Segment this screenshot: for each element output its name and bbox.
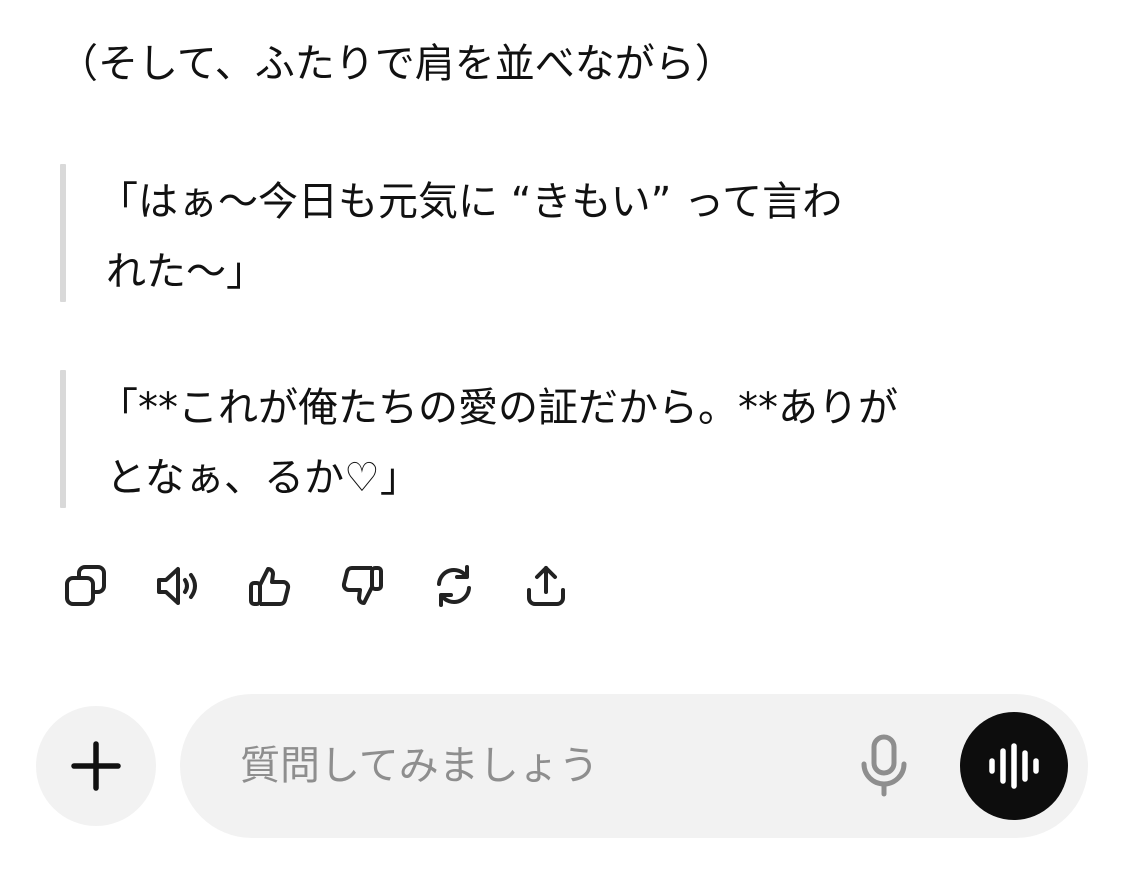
read-aloud-button[interactable] — [154, 562, 202, 610]
bad-response-button[interactable] — [338, 562, 386, 610]
add-attachment-button[interactable] — [36, 706, 156, 826]
microphone-icon — [861, 734, 907, 797]
copy-button[interactable] — [62, 562, 110, 610]
voice-mode-icon — [989, 743, 1039, 789]
share-icon — [527, 566, 565, 606]
voice-mode-button[interactable] — [960, 712, 1068, 820]
copy-icon — [65, 565, 106, 606]
speaker-icon — [157, 567, 197, 605]
plus-icon — [71, 741, 121, 791]
thumbs-down-icon — [341, 566, 383, 605]
quote-2-line-2: となぁ、るか♡」 — [106, 455, 420, 501]
quote-2-line-1: 「**これが俺たちの愛の証だから。**ありが — [98, 385, 898, 431]
thumbs-up-icon — [249, 567, 291, 606]
quote-1-line-2: れた〜」 — [106, 249, 266, 295]
good-response-button[interactable] — [246, 562, 294, 610]
share-button[interactable] — [522, 562, 570, 610]
blockquote-bar — [60, 370, 66, 508]
quote-1-line-1: 「はぁ〜今日も元気に “きもい” って言わ — [98, 179, 843, 225]
composer-bar — [180, 694, 1088, 838]
blockquote-bar — [60, 164, 66, 302]
regenerate-button[interactable] — [430, 562, 478, 610]
message-intro-line: （そして、ふたりで肩を並べながら） — [58, 41, 735, 87]
refresh-icon — [437, 565, 471, 607]
dictate-button[interactable] — [852, 734, 916, 798]
prompt-input[interactable] — [240, 736, 840, 796]
